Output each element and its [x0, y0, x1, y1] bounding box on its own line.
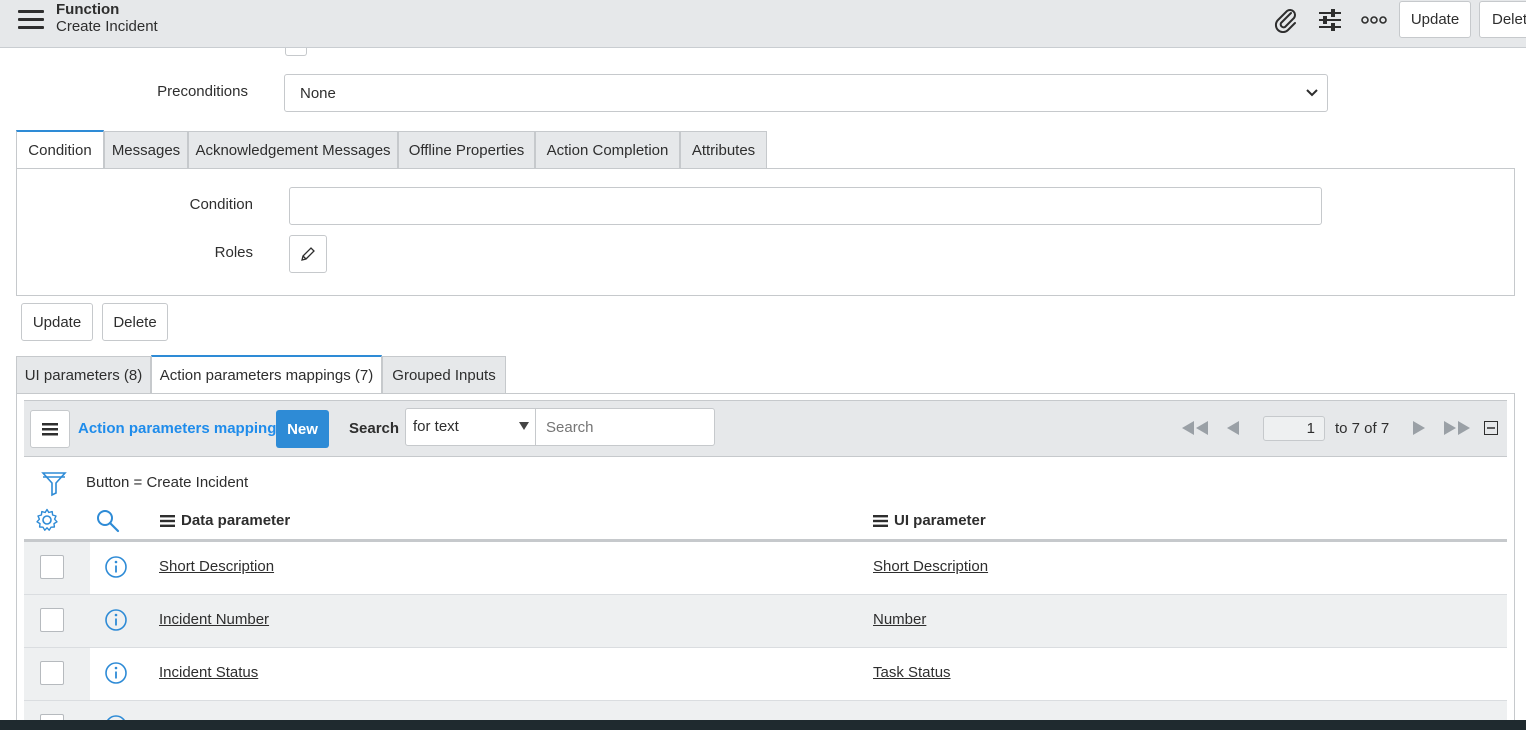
- search-field-value: for text: [413, 418, 459, 435]
- ui-parameter-link[interactable]: Number: [873, 611, 926, 628]
- chevron-down-icon: [1306, 89, 1318, 97]
- ui-parameter-link[interactable]: Short Description: [873, 558, 988, 575]
- list-toolbar: Action parameters mappings New Search fo…: [24, 400, 1507, 457]
- previous-page-icon[interactable]: [1226, 420, 1240, 436]
- data-parameter-link[interactable]: Incident Number: [159, 611, 269, 628]
- column-header-data-parameter[interactable]: Data parameter: [160, 512, 290, 529]
- paperclip-icon[interactable]: [1270, 6, 1302, 34]
- column-label: Data parameter: [181, 512, 291, 529]
- page-number-input[interactable]: 1: [1263, 416, 1325, 441]
- tab-action-parameters-mappings[interactable]: Action parameters mappings (7): [151, 355, 382, 394]
- ui-parameter-link[interactable]: Task Status: [873, 664, 951, 681]
- row-checkbox[interactable]: [40, 555, 64, 579]
- column-header-ui-parameter[interactable]: UI parameter: [873, 512, 986, 529]
- dropdown-triangle-icon: [519, 422, 529, 430]
- column-menu-icon[interactable]: [873, 514, 888, 527]
- column-label: UI parameter: [894, 512, 986, 529]
- condition-label: Condition: [189, 196, 253, 213]
- tab-action-completion[interactable]: Action Completion: [535, 131, 680, 168]
- info-icon[interactable]: [104, 661, 128, 685]
- collapse-icon[interactable]: [1484, 421, 1498, 435]
- new-button[interactable]: New: [276, 410, 329, 448]
- next-page-icon[interactable]: [1412, 420, 1426, 436]
- form-header: Function Create Incident Update Delet: [0, 0, 1526, 48]
- first-page-icon[interactable]: [1180, 420, 1210, 436]
- record-name: Create Incident: [56, 18, 158, 35]
- table-row: Incident Number Number: [24, 595, 1507, 648]
- update-button[interactable]: Update: [21, 303, 93, 341]
- row-checkbox[interactable]: [40, 608, 64, 632]
- table-row: Incident Status Task Status: [24, 648, 1507, 701]
- bottom-bar: [0, 720, 1526, 730]
- more-options-icon[interactable]: [1358, 6, 1390, 34]
- tab-grouped-inputs[interactable]: Grouped Inputs: [382, 356, 506, 393]
- search-icon[interactable]: [96, 509, 120, 533]
- info-icon[interactable]: [104, 555, 128, 579]
- data-parameter-link[interactable]: Incident Status: [159, 664, 258, 681]
- pencil-icon: [301, 247, 315, 261]
- search-label: Search: [349, 420, 400, 437]
- partial-checkbox[interactable]: [285, 48, 307, 56]
- tab-ui-parameters[interactable]: UI parameters (8): [16, 356, 151, 393]
- header-delete-button[interactable]: Delet: [1479, 1, 1526, 38]
- preconditions-label: Preconditions: [157, 83, 248, 100]
- tab-messages[interactable]: Messages: [104, 131, 188, 168]
- list-title[interactable]: Action parameters mappings: [78, 420, 285, 437]
- info-icon[interactable]: [104, 608, 128, 632]
- tab-attributes[interactable]: Attributes: [680, 131, 767, 168]
- roles-label: Roles: [214, 244, 253, 261]
- last-page-icon[interactable]: [1442, 420, 1472, 436]
- row-checkbox[interactable]: [40, 661, 64, 685]
- list-menu-icon: [42, 423, 58, 436]
- table-row: Short Description Short Description: [24, 542, 1507, 595]
- tab-offline-properties[interactable]: Offline Properties: [398, 131, 535, 168]
- column-menu-icon[interactable]: [160, 514, 175, 527]
- form-title: Function: [56, 1, 120, 18]
- settings-sliders-icon[interactable]: [1314, 6, 1346, 34]
- menu-icon[interactable]: [18, 10, 44, 32]
- search-field-select[interactable]: for text: [405, 408, 536, 446]
- list-menu-button[interactable]: [30, 410, 70, 448]
- edit-roles-button[interactable]: [289, 235, 327, 273]
- data-parameter-link[interactable]: Short Description: [159, 558, 274, 575]
- condition-field[interactable]: [289, 187, 1322, 225]
- page-number-value: 1: [1306, 420, 1315, 437]
- header-update-button[interactable]: Update: [1399, 1, 1471, 38]
- page-range-text: to 7 of 7: [1335, 420, 1390, 437]
- tab-condition[interactable]: Condition: [16, 130, 104, 169]
- table-row-partial: [24, 701, 1507, 720]
- tab-acknowledgement-messages[interactable]: Acknowledgement Messages: [188, 131, 398, 168]
- filter-icon[interactable]: [41, 471, 67, 497]
- preconditions-value: None: [300, 85, 336, 102]
- preconditions-select[interactable]: None: [284, 74, 1328, 112]
- delete-button[interactable]: Delete: [102, 303, 168, 341]
- gear-icon[interactable]: [35, 508, 59, 532]
- search-input[interactable]: [535, 408, 715, 446]
- filter-breadcrumb[interactable]: Button = Create Incident: [86, 474, 248, 491]
